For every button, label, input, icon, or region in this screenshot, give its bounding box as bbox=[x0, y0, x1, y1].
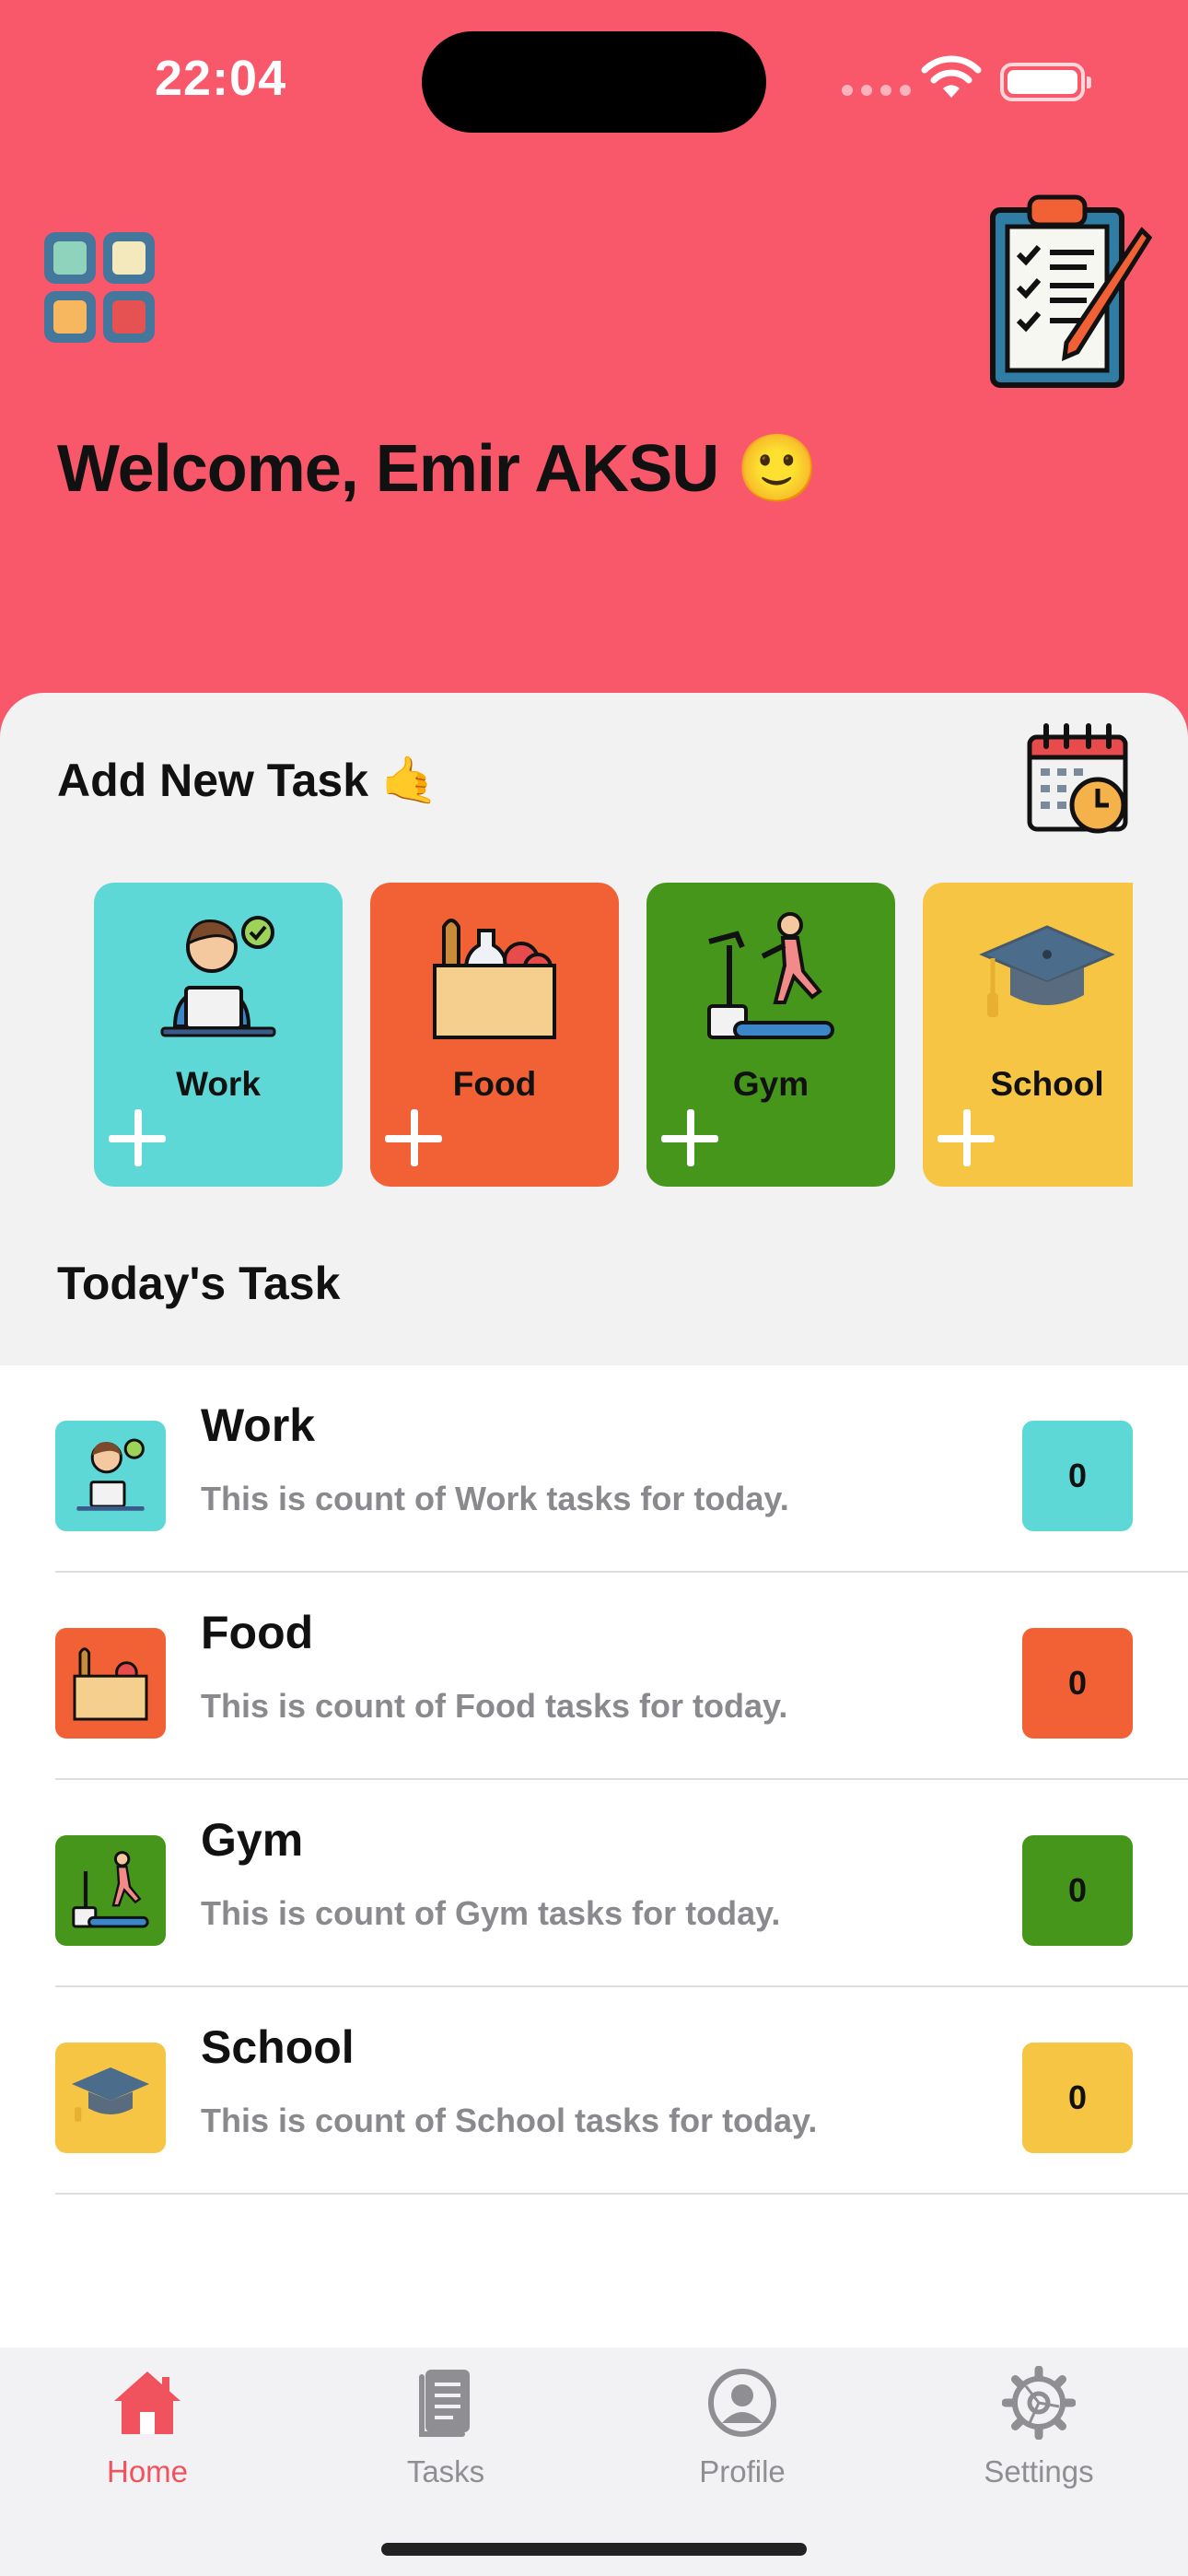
tab-label: Home bbox=[106, 2454, 189, 2488]
task-subtitle: This is count of Food tasks for today. bbox=[201, 1687, 788, 1725]
treadmill-runner-icon bbox=[72, 1851, 149, 1928]
tab-profile[interactable]: Profile bbox=[650, 2366, 834, 2504]
task-count-badge: 0 bbox=[1022, 1421, 1133, 1531]
home-indicator[interactable] bbox=[381, 2543, 807, 2556]
tab-tasks[interactable]: Tasks bbox=[354, 2366, 538, 2504]
task-row-food[interactable]: Food This is count of Food tasks for tod… bbox=[0, 1573, 1188, 1780]
task-subtitle: This is count of Gym tasks for today. bbox=[201, 1894, 781, 1932]
house-icon bbox=[114, 2371, 181, 2434]
task-subtitle: This is count of School tasks for today. bbox=[201, 2102, 818, 2139]
task-title: Gym bbox=[201, 1814, 304, 1866]
task-count-badge: 0 bbox=[1022, 1628, 1133, 1739]
task-title: School bbox=[201, 2021, 355, 2073]
category-label: School bbox=[990, 1065, 1104, 1103]
category-label: Work bbox=[176, 1065, 261, 1103]
todays-task-list: Work This is count of Work tasks for tod… bbox=[0, 1365, 1188, 2348]
status-time: 22:04 bbox=[155, 51, 287, 106]
worker-laptop-icon bbox=[160, 916, 276, 1037]
person-circle-icon bbox=[708, 2369, 776, 2437]
task-title: Food bbox=[201, 1607, 314, 1658]
tab-bar: Home Tasks Profile Settings bbox=[0, 2348, 1188, 2576]
tab-label: Settings bbox=[984, 2454, 1094, 2488]
graduation-cap-icon bbox=[979, 925, 1115, 1017]
cellular-signal-icon bbox=[842, 85, 911, 96]
task-count-badge: 0 bbox=[1022, 1835, 1133, 1946]
add-task-title: Add New Task 🤙 bbox=[57, 755, 439, 806]
task-title: Work bbox=[201, 1399, 316, 1451]
task-thumb bbox=[55, 1628, 166, 1739]
category-card-work[interactable]: Work bbox=[94, 883, 343, 1187]
dynamic-island bbox=[422, 31, 766, 133]
graduation-cap-icon bbox=[72, 2067, 149, 2122]
app-grid-menu-icon[interactable] bbox=[41, 228, 158, 346]
clipboard-checklist-icon bbox=[990, 194, 1153, 388]
app-screen: 22:04 Welcome, Emir AKSU 🙂 Add New Task … bbox=[0, 0, 1188, 2576]
tab-settings[interactable]: Settings bbox=[947, 2366, 1131, 2504]
task-row-work[interactable]: Work This is count of Work tasks for tod… bbox=[0, 1365, 1188, 1573]
todays-task-title: Today's Task bbox=[57, 1258, 341, 1309]
category-card-gym[interactable]: Gym bbox=[646, 883, 895, 1187]
task-thumb bbox=[55, 1421, 166, 1531]
grocery-bag-icon bbox=[433, 919, 556, 1039]
task-row-gym[interactable]: Gym This is count of Gym tasks for today… bbox=[0, 1780, 1188, 1987]
category-carousel[interactable]: Work Food Gym School bbox=[94, 883, 1133, 1187]
book-icon bbox=[419, 2370, 470, 2437]
worker-laptop-icon bbox=[76, 1438, 145, 1511]
calendar-clock-icon bbox=[1027, 723, 1128, 834]
plus-icon[interactable] bbox=[659, 1107, 720, 1168]
category-label: Gym bbox=[732, 1065, 809, 1103]
task-subtitle: This is count of Work tasks for today. bbox=[201, 1480, 789, 1517]
plus-icon[interactable] bbox=[383, 1107, 444, 1168]
tab-label: Tasks bbox=[406, 2454, 485, 2488]
welcome-heading: Welcome, Emir AKSU 🙂 bbox=[57, 432, 819, 506]
grocery-bag-icon bbox=[73, 1647, 148, 1721]
plus-icon[interactable] bbox=[107, 1107, 168, 1168]
category-card-food[interactable]: Food bbox=[370, 883, 619, 1187]
wifi-icon bbox=[921, 55, 982, 98]
plus-icon[interactable] bbox=[936, 1107, 996, 1168]
task-count-badge: 0 bbox=[1022, 2043, 1133, 2153]
tab-home[interactable]: Home bbox=[55, 2366, 239, 2504]
task-row-school[interactable]: School This is count of School tasks for… bbox=[0, 1987, 1188, 2195]
battery-icon bbox=[1000, 63, 1091, 101]
gear-icon bbox=[1002, 2366, 1076, 2440]
tab-label: Profile bbox=[699, 2454, 786, 2488]
task-thumb bbox=[55, 1835, 166, 1946]
category-label: Food bbox=[452, 1065, 537, 1103]
treadmill-runner-icon bbox=[707, 912, 834, 1039]
task-thumb bbox=[55, 2043, 166, 2153]
category-card-school[interactable]: School bbox=[923, 883, 1133, 1187]
row-divider bbox=[55, 2193, 1188, 2195]
